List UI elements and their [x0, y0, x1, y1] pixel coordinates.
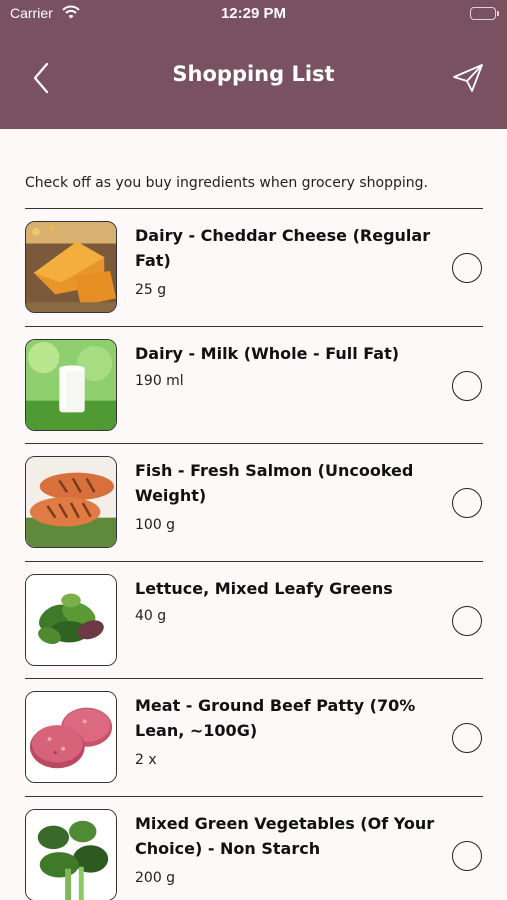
list-item: Fish - Fresh Salmon (Uncooked Weight) 10…: [0, 444, 507, 562]
item-name: Fish - Fresh Salmon (Uncooked Weight): [135, 461, 414, 505]
checkbox-circle[interactable]: [452, 253, 482, 283]
battery-icon: [470, 7, 499, 20]
item-quantity: 200 g: [135, 869, 176, 886]
leafy-greens-image: [25, 573, 117, 666]
checkbox-circle[interactable]: [452, 488, 482, 518]
checkbox-circle[interactable]: [452, 605, 482, 636]
checkbox-circle[interactable]: [452, 723, 482, 753]
checkbox-circle[interactable]: [452, 370, 482, 401]
beef-patty-image: [25, 691, 117, 783]
list-item: Mixed Green Vegetables (Of Your Choice) …: [0, 797, 507, 900]
item-name: Lettuce, Mixed Leafy Greens: [135, 578, 393, 598]
list-item: Meat - Ground Beef Patty (70% Lean, ~100…: [0, 679, 507, 797]
list-item: Lettuce, Mixed Leafy Greens 40 g: [0, 562, 507, 679]
page-title: Shopping List: [172, 62, 335, 86]
status-bar: Carrier 12:29 PM: [0, 0, 507, 30]
item-name: Dairy - Cheddar Cheese (Regular Fat): [135, 226, 431, 270]
list-item: Dairy - Milk (Whole - Full Fat) 190 ml: [0, 327, 507, 444]
item-name: Meat - Ground Beef Patty (70% Lean, ~100…: [135, 696, 416, 740]
item-quantity: 25 g: [135, 282, 167, 298]
status-time: 12:29 PM: [220, 5, 287, 22]
item-name: Dairy - Milk (Whole - Full Fat): [135, 343, 400, 363]
list-item: Dairy - Cheddar Cheese (Regular Fat) 25 …: [0, 209, 507, 327]
paper-plane-icon[interactable]: [451, 62, 485, 94]
instructions-text: Check off as you buy ingredients when gr…: [25, 175, 428, 191]
item-name: Mixed Green Vegetables (Of Your Choice) …: [135, 813, 435, 858]
cheddar-cheese-image: [25, 221, 117, 313]
navigation-bar: Carrier 12:29 PM Shopping List: [0, 0, 507, 129]
milk-glass-image: [25, 338, 117, 431]
checkbox-circle[interactable]: [452, 840, 482, 871]
green-vegetables-image: [25, 808, 117, 900]
item-quantity: 100 g: [135, 517, 176, 533]
shopping-list: Dairy - Cheddar Cheese (Regular Fat) 25 …: [0, 209, 507, 900]
item-quantity: 2 x: [135, 752, 157, 768]
item-quantity: 40 g: [135, 607, 167, 624]
item-quantity: 190 ml: [135, 372, 184, 389]
salmon-image: [25, 456, 117, 548]
